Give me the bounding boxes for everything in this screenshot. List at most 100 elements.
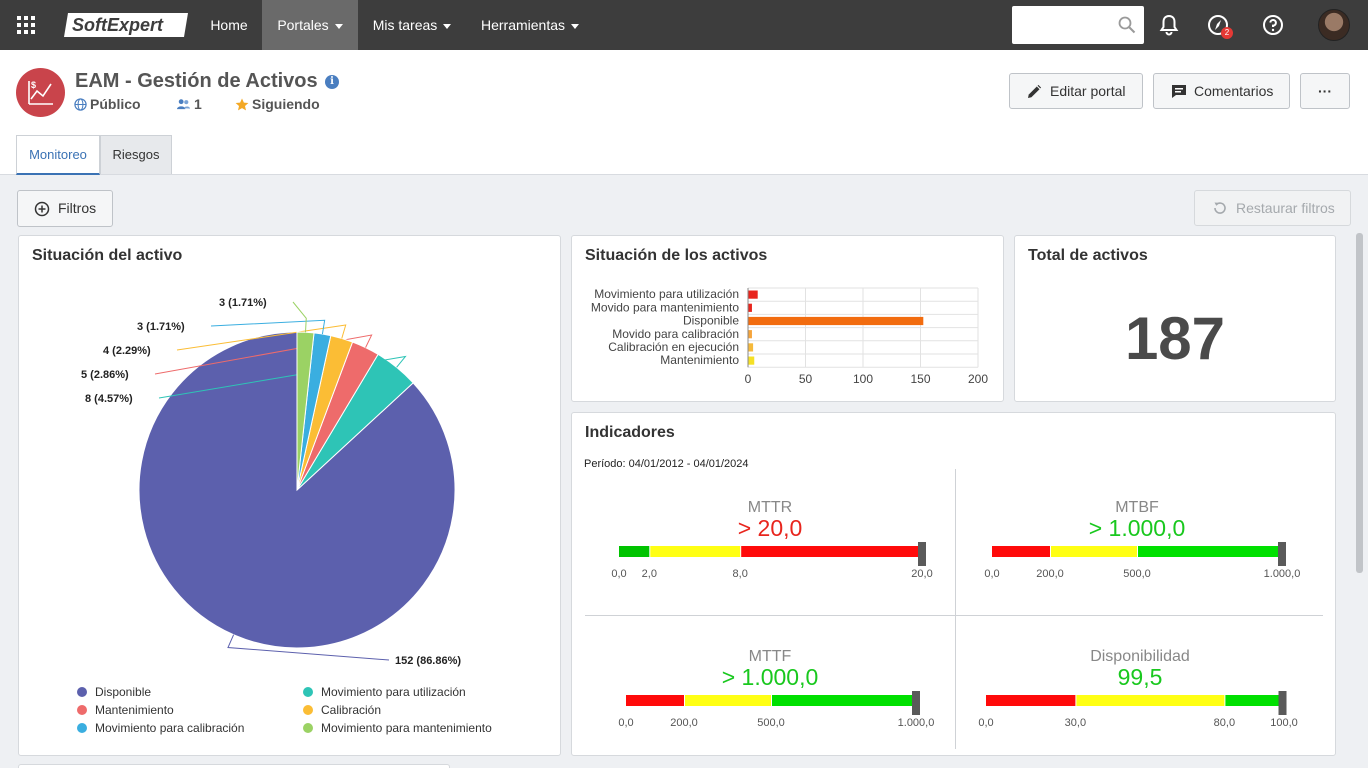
- gauge-segment: [986, 695, 1076, 706]
- bar-chart: 0 50 100 150 200Movimiento para utilizaciónM…: [591, 287, 988, 386]
- total-panel-title: Total de activos: [1028, 247, 1148, 264]
- more-options-label: ···: [1318, 83, 1332, 99]
- info-icon[interactable]: i: [325, 75, 339, 89]
- gauge-tick-label: 30,0: [1064, 717, 1087, 729]
- edit-portal-button[interactable]: Editar portal: [1009, 73, 1143, 109]
- bar: [748, 356, 755, 365]
- bar: [748, 290, 758, 299]
- svg-text:$: $: [31, 80, 36, 90]
- total-assets-value: 187: [1124, 305, 1226, 372]
- search-input[interactable]: [1012, 6, 1144, 44]
- tab-riesgos[interactable]: Riesgos: [100, 135, 172, 174]
- members-count[interactable]: 1: [176, 96, 202, 112]
- legend-label: Disponible: [95, 685, 151, 699]
- bar-x-tick-label: 200: [968, 372, 988, 386]
- indicators-horizontal-divider: [585, 615, 1323, 616]
- search-icon[interactable]: [1118, 16, 1136, 34]
- top-navigation-bar: SoftExpert Home Portales Mis tareas Herr…: [0, 0, 1368, 50]
- comment-icon: [1172, 85, 1186, 98]
- bar: [748, 330, 752, 339]
- page-title: EAM - Gestión de Activos: [75, 70, 318, 92]
- nav-herramientas-label: Herramientas: [480, 17, 566, 33]
- gauge-tick-label: 200,0: [670, 717, 698, 729]
- tab-riesgos-label: Riesgos: [112, 147, 160, 162]
- bar-x-tick-label: 50: [799, 372, 813, 386]
- gauge-tick-label: 500,0: [1123, 568, 1151, 580]
- pencil-icon: [1028, 84, 1042, 98]
- bar-x-tick-label: 0: [745, 372, 752, 386]
- visibility-label[interactable]: Público: [74, 96, 141, 112]
- user-avatar[interactable]: [1318, 9, 1350, 41]
- bar-category-label: Mantenimiento: [660, 353, 739, 367]
- gauge-tick-label: 0,0: [984, 568, 1000, 580]
- svg-text:SoftExpert: SoftExpert: [72, 15, 164, 35]
- bar-x-tick-label: 100: [853, 372, 873, 386]
- page-scrollbar[interactable]: [1356, 233, 1363, 573]
- gauge-tick-label: 100,0: [1270, 717, 1298, 729]
- nav-portales-label: Portales: [277, 17, 329, 33]
- nav-mis-tareas-label: Mis tareas: [372, 17, 438, 33]
- pie-leader-line: [292, 301, 307, 333]
- comments-label: Comentarios: [1194, 83, 1274, 99]
- bar-x-tick-label: 150: [910, 372, 930, 386]
- gauge-bar: [986, 691, 1287, 715]
- nav-home-label: Home: [210, 17, 248, 33]
- nav-mis-tareas[interactable]: Mis tareas: [358, 0, 466, 50]
- gauge-tick-label: 500,0: [757, 717, 785, 729]
- gauge-pointer: [1278, 691, 1287, 715]
- more-options-button[interactable]: ···: [1300, 73, 1350, 109]
- nav-portales[interactable]: Portales: [262, 0, 358, 50]
- asset-status-pie-panel: Situación del activo 152 (86.86%) 8 (4.57…: [18, 235, 561, 756]
- assets-status-bar-panel: Situación de los activos 0 50 100 150 200 Mov…: [571, 235, 1004, 402]
- softexpert-logo[interactable]: SoftExpert: [62, 12, 190, 38]
- gauge-segment: [619, 546, 650, 557]
- gauge-segment: [650, 546, 741, 557]
- gauge-pointer: [912, 691, 920, 715]
- period-label: Período: 04/01/2012 - 04/01/2024: [584, 458, 749, 470]
- comments-button[interactable]: Comentarios: [1153, 73, 1290, 109]
- gauge-segment: [1076, 695, 1225, 706]
- restore-filters-button[interactable]: Restaurar filtros: [1194, 190, 1351, 226]
- gauge-segment: [741, 546, 922, 557]
- bar: [748, 316, 924, 326]
- gauge-segment: [992, 546, 1050, 557]
- legend-label: Movimiento para calibración: [95, 721, 244, 735]
- gauge-segment: [626, 695, 684, 706]
- filters-button[interactable]: Filtros: [17, 190, 113, 227]
- members-text: 1: [194, 96, 202, 112]
- apps-grid-icon[interactable]: [16, 15, 36, 35]
- portal-header: $ EAM - Gestión de Activos i Público 1 S…: [0, 50, 1368, 175]
- legend-marker: [77, 687, 87, 697]
- legend-marker: [303, 687, 313, 697]
- bar-category-label: Movimiento para utilización: [594, 287, 739, 301]
- gauge-tick-label: 2,0: [641, 568, 657, 580]
- bell-icon[interactable]: [1157, 13, 1181, 37]
- tab-monitoreo-label: Monitoreo: [29, 147, 87, 162]
- bar-category-label: Calibración en ejecución: [608, 340, 739, 354]
- nav-home[interactable]: Home: [196, 0, 262, 50]
- pie-data-label: 3 (1.71%): [137, 321, 185, 333]
- gauge-pointer: [1278, 542, 1286, 566]
- chevron-down-icon: [443, 23, 452, 29]
- gauge-tick-label: 0,0: [978, 717, 994, 729]
- bar-category-label: Movido para mantenimiento: [591, 300, 739, 314]
- notification-badge: 2: [1221, 27, 1233, 39]
- plus-circle-icon: [34, 201, 50, 217]
- users-icon: [177, 99, 190, 110]
- visibility-text: Público: [90, 96, 141, 112]
- following-toggle[interactable]: Siguiendo: [235, 96, 320, 112]
- legend-label: Movimiento para utilización: [321, 685, 466, 699]
- pie-data-label: 8 (4.57%): [85, 393, 133, 405]
- gauge-tick-label: 1.000,0: [897, 717, 935, 729]
- gauge-pointer: [918, 542, 926, 566]
- legend-marker: [303, 705, 313, 715]
- following-text: Siguiendo: [252, 96, 320, 112]
- help-icon[interactable]: [1261, 13, 1285, 37]
- gauge-tick-label: 20,0: [911, 568, 933, 580]
- portal-chart-icon: $: [16, 68, 65, 117]
- bar: [748, 343, 754, 352]
- gauge-segment: [1225, 695, 1284, 706]
- next-panel-edge: [18, 764, 450, 768]
- nav-herramientas[interactable]: Herramientas: [466, 0, 594, 50]
- tab-monitoreo[interactable]: Monitoreo: [16, 135, 100, 175]
